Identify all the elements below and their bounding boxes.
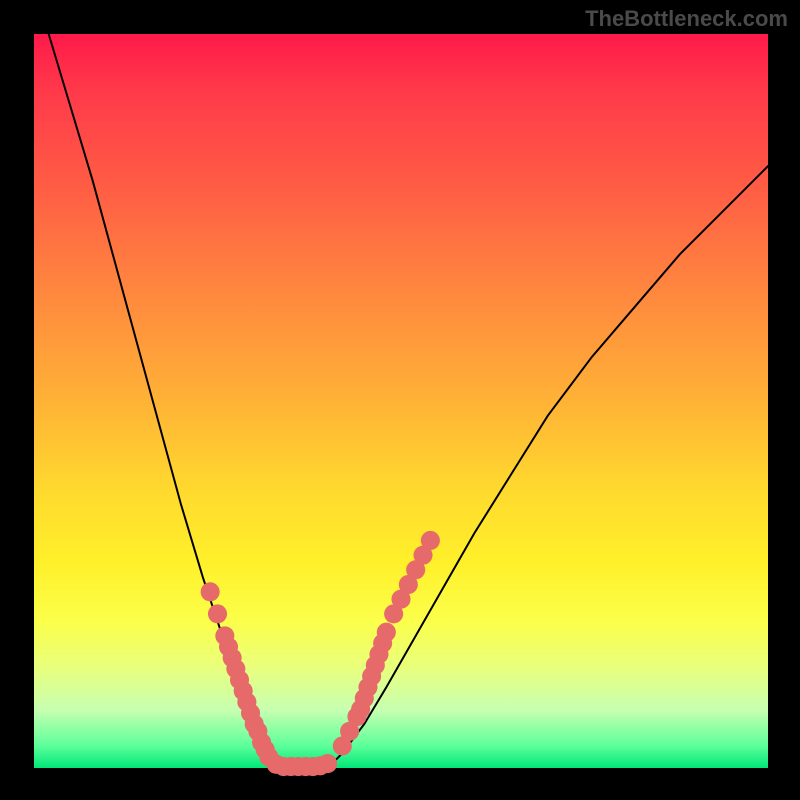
bottleneck-curve-chart [34, 34, 768, 768]
marker-point [318, 754, 337, 773]
marker-point [421, 531, 440, 550]
curve-curve-right [328, 166, 768, 768]
curve-curve-left [49, 34, 284, 768]
marker-point [208, 604, 227, 623]
watermark-text: TheBottleneck.com [585, 6, 788, 32]
marker-point [377, 623, 396, 642]
chart-plot-area [34, 34, 768, 768]
marker-point [201, 582, 220, 601]
